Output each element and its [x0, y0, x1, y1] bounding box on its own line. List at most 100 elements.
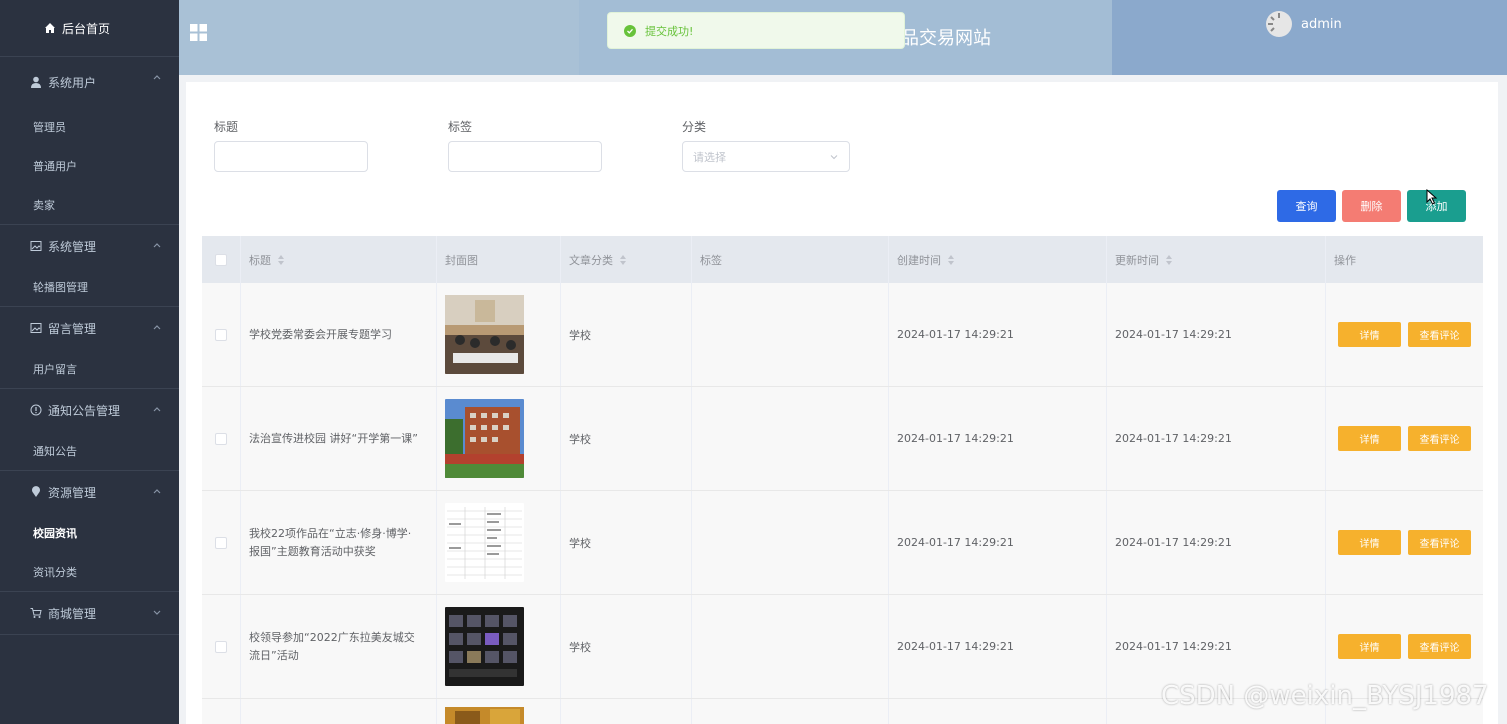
title-input[interactable] [214, 141, 368, 172]
sidebar-group-users-header[interactable]: 系统用户 [0, 57, 179, 107]
header-cover-label: 封面图 [445, 253, 478, 267]
chevron-up-icon [153, 325, 161, 330]
view-comments-button[interactable]: 查看评论 [1408, 634, 1471, 659]
sidebar-group-messages-title: 留言管理 [48, 321, 97, 336]
search-button[interactable]: 查询 [1277, 190, 1336, 222]
table-row: 学校党委常委会开展专题学习 学校 2024-01-17 14:29:21 202… [202, 283, 1483, 387]
avatar [1266, 11, 1292, 37]
map-pin-icon [32, 486, 40, 497]
sidebar-group-resources-header[interactable]: 资源管理 [0, 471, 179, 513]
category-select[interactable]: 请选择 [682, 141, 850, 172]
sidebar-item-seller[interactable]: 卖家 [0, 185, 179, 224]
check-circle-icon [624, 24, 636, 37]
delete-button[interactable]: 删除 [1342, 190, 1401, 222]
row-title: 法治宣传进校园 讲好“开学第一课” [241, 387, 437, 490]
row-updated: 2024-01-17 14:29:21 [1107, 283, 1326, 386]
header-category[interactable]: 文章分类 [561, 236, 692, 283]
category-placeholder: 请选择 [693, 150, 726, 164]
cover-image[interactable] [445, 707, 524, 724]
view-comments-button[interactable]: 查看评论 [1408, 426, 1471, 451]
detail-button[interactable]: 详情 [1338, 426, 1401, 451]
row-category: 学校 [561, 595, 692, 698]
row-created: 2024-01-17 14:29:21 [889, 595, 1107, 698]
toast-message: 提交成功! [645, 24, 694, 38]
row-select-cell [202, 387, 241, 490]
chevron-up-icon [153, 407, 161, 412]
detail-button[interactable]: 详情 [1338, 322, 1401, 347]
header-created[interactable]: 创建时间 [889, 236, 1107, 283]
sort-icon[interactable] [947, 254, 955, 266]
row-created [889, 699, 1107, 724]
sidebar-item-notice[interactable]: 通知公告 [0, 431, 179, 470]
sidebar-group-system-header[interactable]: 系统管理 [0, 225, 179, 267]
sidebar-item-user-messages[interactable]: 用户留言 [0, 349, 179, 388]
sidebar-group-notice: 通知公告管理 通知公告 [0, 388, 179, 470]
row-tag [692, 595, 889, 698]
header-updated[interactable]: 更新时间 [1107, 236, 1326, 283]
row-select-cell [202, 699, 241, 724]
sidebar-group-users: 系统用户 管理员 普通用户 卖家 [0, 56, 179, 224]
view-comments-button[interactable]: 查看评论 [1408, 322, 1471, 347]
menu-grid-icon[interactable] [190, 24, 207, 41]
row-title: 学校党委常委会开展专题学习 [241, 283, 437, 386]
row-checkbox[interactable] [215, 640, 227, 653]
sidebar-item-carousel[interactable]: 轮播图管理 [0, 267, 179, 306]
sidebar-group-messages: 留言管理 用户留言 [0, 306, 179, 388]
sidebar-group-shop: 商城管理 [0, 591, 179, 635]
info-icon [30, 404, 42, 416]
row-cover [437, 387, 561, 490]
sidebar-item-admin[interactable]: 管理员 [0, 107, 179, 146]
sidebar-group-resources-title: 资源管理 [48, 485, 97, 500]
row-category: 学校 [561, 491, 692, 594]
cover-image[interactable] [445, 503, 524, 582]
row-select-cell [202, 283, 241, 386]
row-checkbox[interactable] [215, 432, 227, 445]
filter-tag-label: 标签 [448, 120, 473, 134]
header-tag-label: 标签 [700, 253, 722, 267]
row-tag [692, 699, 889, 724]
sidebar-item-campus-news[interactable]: 校园资讯 [0, 513, 179, 552]
row-created: 2024-01-17 14:29:21 [889, 387, 1107, 490]
header-actions: 操作 [1326, 236, 1483, 283]
header-updated-label: 更新时间 [1115, 253, 1159, 267]
sidebar-group-notice-header[interactable]: 通知公告管理 [0, 389, 179, 431]
row-updated: 2024-01-17 14:29:21 [1107, 387, 1326, 490]
row-checkbox[interactable] [215, 536, 227, 549]
row-cover [437, 283, 561, 386]
sort-icon[interactable] [1165, 254, 1173, 266]
filter-category-label: 分类 [682, 120, 707, 134]
sidebar-group-users-title: 系统用户 [48, 75, 97, 90]
header-select-all[interactable] [202, 236, 241, 283]
select-all-checkbox[interactable] [215, 253, 227, 266]
sidebar-group-messages-header[interactable]: 留言管理 [0, 307, 179, 349]
row-actions: 详情 查看评论 [1326, 283, 1483, 386]
detail-button[interactable]: 详情 [1338, 634, 1401, 659]
cover-image[interactable] [445, 399, 524, 478]
view-comments-button[interactable]: 查看评论 [1408, 530, 1471, 555]
sidebar-group-shop-header[interactable]: 商城管理 [0, 592, 179, 634]
mouse-cursor-icon [1426, 189, 1438, 205]
sidebar-home-label: 后台首页 [62, 21, 111, 36]
row-tag [692, 491, 889, 594]
row-actions: 详情 查看评论 [1326, 387, 1483, 490]
cover-image[interactable] [445, 295, 524, 374]
sidebar-item-normal-user[interactable]: 普通用户 [0, 146, 179, 185]
user-menu[interactable]: admin [1265, 8, 1342, 40]
site-title: 品交易网站 [901, 28, 991, 49]
header-title[interactable]: 标题 [241, 236, 437, 283]
sidebar-home[interactable]: 后台首页 [0, 0, 179, 56]
header-created-label: 创建时间 [897, 253, 941, 267]
cart-icon [30, 608, 42, 618]
chevron-up-icon [153, 75, 161, 80]
sort-icon[interactable] [277, 254, 285, 266]
row-checkbox[interactable] [215, 328, 227, 341]
filter-title-label: 标题 [214, 120, 239, 134]
cover-image[interactable] [445, 607, 524, 686]
tag-input[interactable] [448, 141, 602, 172]
row-select-cell [202, 491, 241, 594]
detail-button[interactable]: 详情 [1338, 530, 1401, 555]
sidebar-group-resources: 资源管理 校园资讯 资讯分类 [0, 470, 179, 591]
sidebar-item-news-category[interactable]: 资讯分类 [0, 552, 179, 591]
sort-icon[interactable] [619, 254, 627, 266]
row-category [561, 699, 692, 724]
